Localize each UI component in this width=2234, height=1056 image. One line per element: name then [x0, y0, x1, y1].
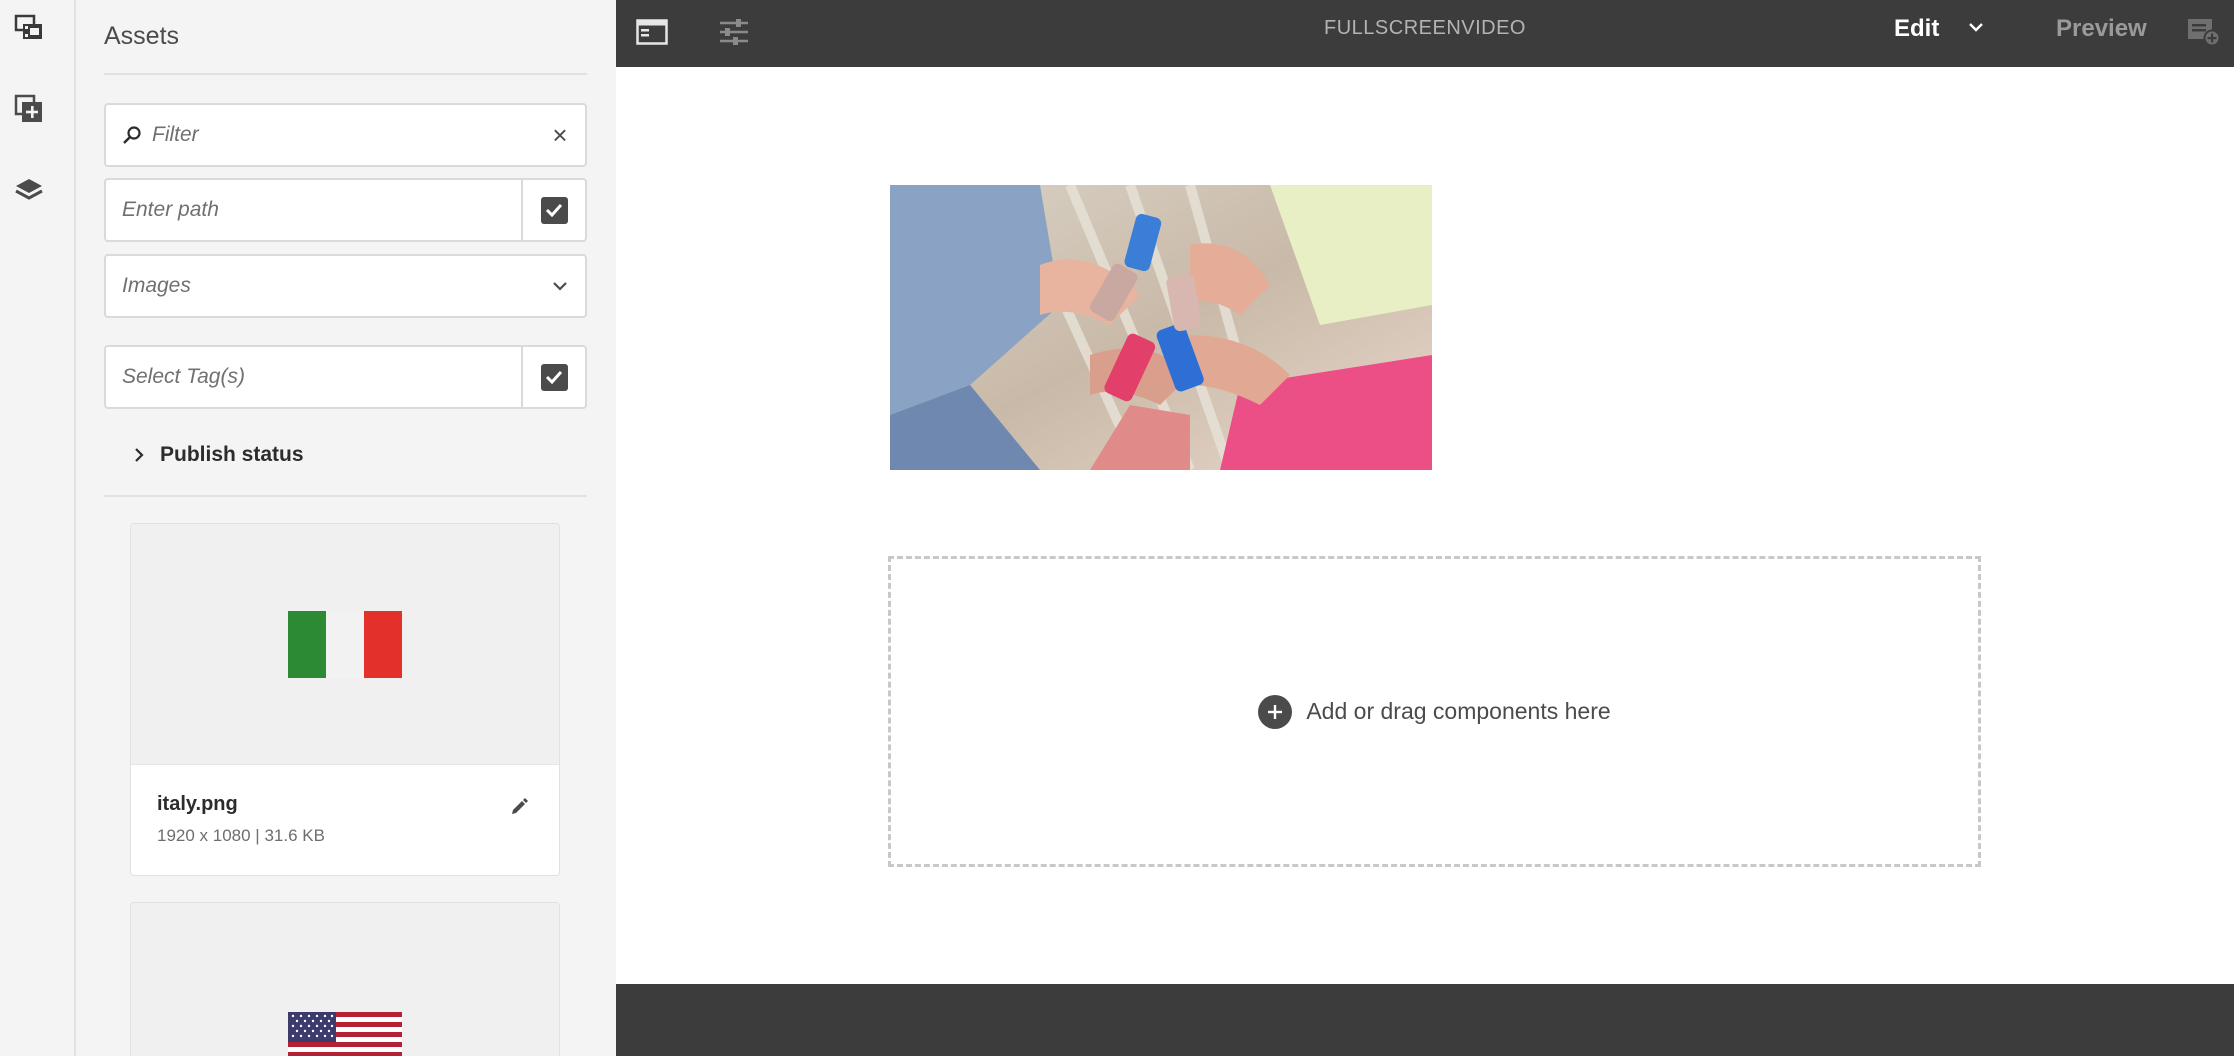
dropzone-label: Add or drag components here	[1306, 698, 1611, 724]
component-dropzone[interactable]: Add or drag components here	[888, 556, 1981, 867]
page-canvas: Add or drag components here	[616, 67, 2234, 984]
chevron-right-icon	[134, 447, 144, 463]
asset-thumbnail	[131, 524, 559, 765]
components-icon	[14, 94, 44, 129]
assets-panel: Assets Filter × Enter path Images Select…	[76, 0, 616, 1056]
hero-image[interactable]	[890, 185, 1432, 470]
chevron-down-icon[interactable]	[1968, 19, 1984, 37]
asset-finder-button[interactable]	[14, 13, 44, 48]
usa-flag-image	[288, 1012, 402, 1056]
publish-divider	[104, 495, 587, 497]
publish-status-toggle[interactable]: Publish status	[134, 443, 304, 467]
editor-footer	[616, 984, 2234, 1056]
italy-flag-image	[288, 610, 402, 678]
asset-card[interactable]	[130, 902, 560, 1056]
tags-input[interactable]: Select Tag(s)	[106, 365, 521, 389]
asset-name: italy.png	[157, 793, 238, 815]
annotations-icon[interactable]	[2187, 17, 2221, 52]
components-button[interactable]	[14, 94, 44, 129]
preview-button[interactable]: Preview	[2056, 15, 2147, 43]
path-browse-button[interactable]	[521, 180, 585, 240]
side-rail	[0, 0, 76, 1056]
group-phones-photo	[890, 185, 1432, 470]
content-tree-button[interactable]	[14, 178, 44, 208]
clear-filter-icon[interactable]: ×	[535, 120, 585, 151]
asset-meta: 1920 x 1080 | 31.6 KB	[157, 826, 325, 845]
asset-card[interactable]: italy.png 1920 x 1080 | 31.6 KB	[130, 523, 560, 876]
add-circle-icon	[1258, 694, 1293, 729]
asset-type-value: Images	[122, 274, 191, 297]
page-title: FULLSCREENVIDEO	[1324, 17, 1526, 39]
tags-picker-button[interactable]	[521, 347, 585, 407]
checkmark-icon	[540, 196, 568, 224]
asset-thumbnail	[131, 903, 559, 1056]
path-field: Enter path	[104, 178, 587, 242]
content-tree-icon	[14, 176, 44, 211]
edit-pencil-icon[interactable]	[509, 797, 533, 821]
chevron-down-icon	[535, 281, 585, 291]
tags-field: Select Tag(s)	[104, 345, 587, 409]
asset-finder-icon	[14, 13, 44, 48]
panel-divider	[104, 73, 587, 75]
editor-topbar: FULLSCREENVIDEO Edit Preview	[616, 0, 2234, 67]
path-input[interactable]: Enter path	[106, 198, 521, 222]
asset-type-select[interactable]: Images	[104, 254, 587, 318]
filter-input[interactable]: Filter	[142, 123, 535, 147]
checkmark-icon	[540, 363, 568, 391]
mode-selector[interactable]: Edit	[1894, 15, 1939, 43]
search-icon	[106, 125, 142, 145]
filter-field[interactable]: Filter ×	[104, 103, 587, 167]
publish-status-label: Publish status	[160, 443, 304, 466]
panel-title: Assets	[104, 22, 180, 50]
